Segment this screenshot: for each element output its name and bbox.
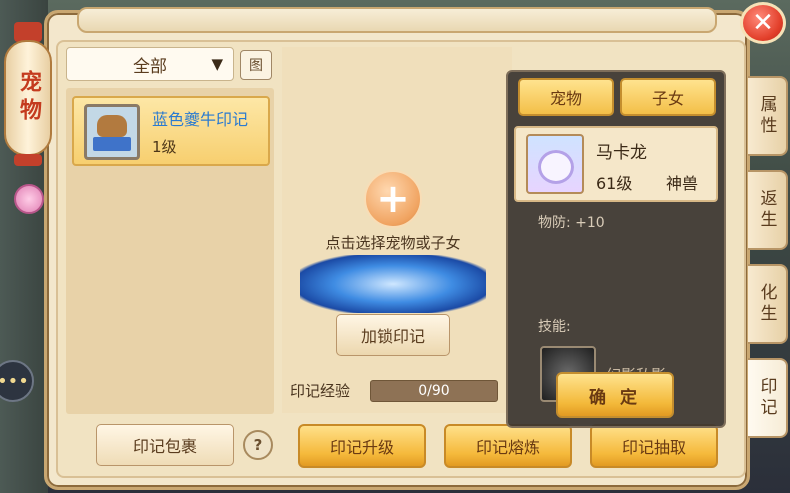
tab-attributes[interactable]: 属性	[748, 76, 788, 156]
seal-altar-image	[300, 255, 486, 313]
tab-label: 属性	[756, 95, 777, 137]
charm-icon	[14, 184, 44, 214]
help-button[interactable]: ?	[243, 430, 273, 460]
pet-stat: 物防: +10	[538, 215, 605, 231]
filter-selected-value: 全部	[133, 56, 167, 77]
segment-child-button[interactable]: 子女	[620, 78, 716, 116]
panel-title: 宠物	[16, 70, 41, 126]
tab-label: 印记	[756, 377, 777, 419]
pet-avatar	[526, 134, 584, 194]
help-icon: ?	[253, 436, 263, 454]
lantern-base	[14, 154, 42, 166]
confirm-button[interactable]: 确 定	[556, 372, 674, 418]
close-button[interactable]: ✕	[740, 2, 786, 44]
seal-bag-label: 印记包裹	[132, 437, 197, 456]
tab-label: 化生	[756, 283, 777, 325]
skills-label: 技能:	[538, 319, 571, 335]
pet-level: 61级	[596, 174, 633, 193]
lock-seal-label: 加锁印记	[360, 327, 425, 346]
lantern-cap	[14, 22, 42, 42]
tab-label: 返生	[756, 189, 777, 231]
panel-top-banner	[77, 7, 717, 33]
exp-label: 印记经验	[290, 382, 351, 400]
panel-title-lantern: 宠物	[4, 40, 52, 156]
seal-bag-button[interactable]: 印记包裹	[96, 424, 234, 466]
confirm-label: 确 定	[589, 387, 641, 408]
exp-bar: 0/90	[370, 380, 498, 402]
pet-card[interactable]: 马卡龙 61级 神兽	[514, 126, 718, 202]
pet-type: 神兽	[666, 174, 699, 193]
filter-icon[interactable]: 图	[240, 50, 272, 80]
seal-extract-label: 印记抽取	[621, 438, 686, 457]
tab-seal[interactable]: 印记	[748, 358, 788, 438]
segment-child-label: 子女	[651, 89, 684, 108]
exp-text: 0/90	[418, 383, 450, 399]
close-icon: ✕	[752, 8, 774, 38]
seal-refine-label: 印记熔炼	[475, 438, 540, 457]
seal-upgrade-label: 印记升级	[329, 438, 394, 457]
center-area	[282, 47, 512, 413]
segment-pet-label: 宠物	[549, 89, 582, 108]
tab-rebirth[interactable]: 返生	[748, 170, 788, 250]
filter-icon-glyph: 图	[249, 58, 263, 74]
seal-thumbnail	[84, 104, 140, 160]
filter-select[interactable]: 全部 ▼	[66, 47, 234, 81]
chevron-down-icon: ▼	[211, 55, 223, 73]
plus-icon: +	[376, 176, 410, 222]
chat-icon: •••	[0, 370, 29, 392]
dragon-icon	[538, 150, 574, 184]
tab-transform[interactable]: 化生	[748, 264, 788, 344]
lock-seal-button[interactable]: 加锁印记	[336, 314, 450, 356]
pet-name: 马卡龙	[596, 143, 647, 163]
ox-icon	[97, 115, 127, 137]
list-item-level: 1级	[152, 138, 177, 156]
select-hint: 点击选择宠物或子女	[325, 234, 461, 252]
list-item-name: 蓝色夔牛印记	[152, 110, 249, 129]
seal-extract-button[interactable]: 印记抽取	[590, 424, 718, 468]
list-item[interactable]: 蓝色夔牛印记 1级	[72, 96, 270, 166]
segment-pet-button[interactable]: 宠物	[518, 78, 614, 116]
seal-upgrade-button[interactable]: 印记升级	[298, 424, 426, 468]
add-target-button[interactable]: +	[364, 170, 422, 228]
seal-base-icon	[93, 137, 131, 151]
seal-refine-button[interactable]: 印记熔炼	[444, 424, 572, 468]
